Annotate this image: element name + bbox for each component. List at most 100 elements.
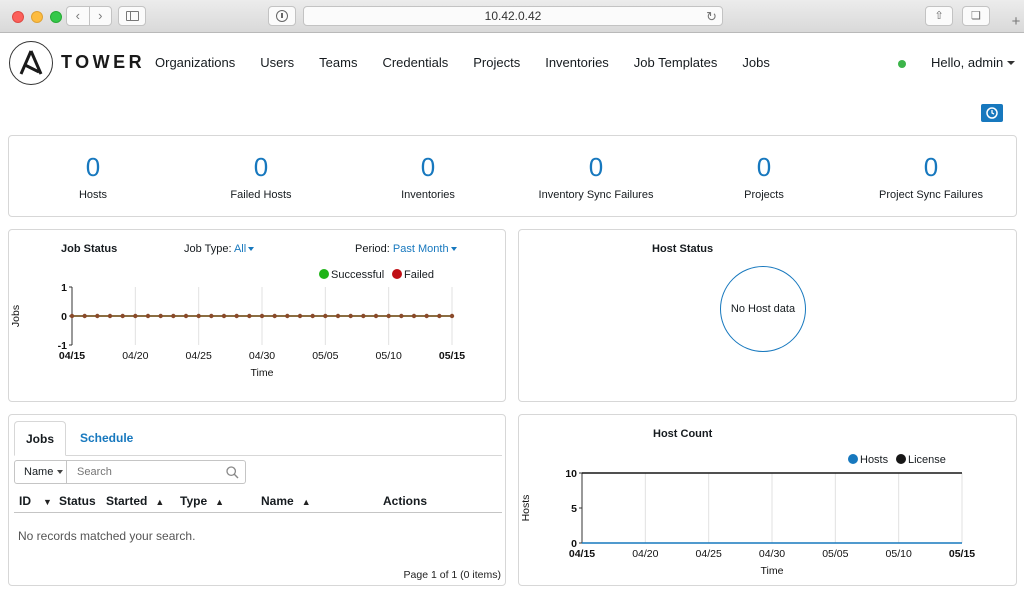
sort-down-icon: ▼: [43, 497, 52, 507]
logo-text: TOWER: [61, 52, 146, 72]
data-point: [386, 313, 391, 319]
app-header: TOWER Organizations Users Teams Credenti…: [0, 33, 1024, 93]
data-point: [424, 313, 429, 319]
tab-jobs[interactable]: Jobs: [14, 421, 66, 456]
data-point: [107, 313, 113, 319]
data-point: [361, 313, 366, 319]
dashboard-counts: 0 Hosts 0 Failed Hosts 0 Inventories 0 I…: [8, 135, 1017, 217]
caret-down-icon: [57, 470, 64, 474]
nav-projects[interactable]: Projects: [473, 55, 520, 70]
column-status[interactable]: Status: [59, 494, 96, 508]
x-tick-label: 04/15: [569, 548, 595, 560]
show-tabs-button[interactable]: ❏: [962, 6, 990, 26]
data-point: [348, 313, 353, 319]
browser-toolbar: ‹ › 10.42.0.42 ↻ ⇧ ❏ +: [0, 0, 1024, 33]
tower-logo[interactable]: [9, 41, 53, 85]
tab-schedule[interactable]: Schedule: [80, 431, 133, 445]
data-point: [411, 313, 417, 319]
count-failed-hosts[interactable]: 0 Failed Hosts: [177, 136, 345, 201]
data-point: [221, 313, 227, 319]
x-tick-label: 05/15: [439, 350, 465, 362]
column-label: Name: [261, 494, 294, 508]
count-hosts[interactable]: 0 Hosts: [9, 136, 177, 201]
nav-inventories[interactable]: Inventories: [545, 55, 609, 70]
close-window-button[interactable]: [12, 11, 24, 23]
x-tick-label: 05/15: [949, 548, 975, 560]
new-tab-button[interactable]: +: [1008, 13, 1024, 33]
minimize-window-button[interactable]: [31, 11, 43, 23]
data-point: [272, 313, 277, 319]
data-point: [437, 313, 442, 319]
forward-icon[interactable]: ›: [90, 7, 112, 25]
nav-jobs[interactable]: Jobs: [742, 55, 769, 70]
count-value: 0: [756, 152, 772, 182]
column-label: ID: [19, 494, 31, 508]
count-value: 0: [588, 152, 604, 182]
nav-credentials[interactable]: Credentials: [382, 55, 448, 70]
data-point: [247, 313, 252, 319]
count-value: 0: [253, 152, 269, 182]
search-input[interactable]: [67, 460, 246, 484]
x-tick-label: 04/25: [696, 548, 722, 560]
host-status-donut: No Host data: [720, 266, 806, 352]
nav-organizations[interactable]: Organizations: [155, 55, 235, 70]
count-label: Failed Hosts: [230, 189, 292, 201]
sort-icon: ▲︎: [155, 497, 165, 507]
column-type[interactable]: Type ▲︎: [180, 494, 224, 508]
address-bar[interactable]: 10.42.0.42 ↻: [303, 6, 723, 26]
column-id[interactable]: ID ▼: [19, 494, 52, 508]
x-tick-label: 05/10: [886, 548, 912, 560]
data-point: [82, 313, 87, 319]
x-tick-label: 05/05: [822, 548, 848, 560]
data-point: [158, 313, 163, 319]
data-point: [196, 313, 201, 319]
user-menu[interactable]: Hello, admin: [931, 55, 1016, 70]
share-button[interactable]: ⇧: [925, 6, 953, 26]
zoom-window-button[interactable]: [50, 11, 62, 23]
count-projects[interactable]: 0 Projects: [680, 136, 848, 201]
data-point: [285, 313, 290, 319]
column-name[interactable]: Name ▲︎: [261, 494, 311, 508]
count-label: Projects: [744, 189, 784, 201]
tabs-icon: ❏: [971, 10, 981, 22]
nav-users[interactable]: Users: [260, 55, 294, 70]
job-status-panel: Job Status Job Type: All Period: Past Mo…: [8, 229, 506, 402]
data-point: [234, 313, 239, 319]
y-tick-label: 5: [571, 503, 577, 515]
reader-button[interactable]: [268, 6, 296, 26]
table-header: ID ▼ Status Started ▲︎ Type ▲︎ Name ▲︎ Actio…: [14, 489, 502, 513]
back-icon[interactable]: ‹: [67, 7, 90, 25]
column-actions: Actions: [383, 494, 427, 508]
plus-icon: +: [1011, 13, 1021, 30]
count-project-sync-failures[interactable]: 0 Project Sync Failures: [847, 136, 1015, 201]
share-icon: ⇧: [934, 10, 944, 22]
data-point: [323, 313, 328, 319]
data-point: [297, 313, 303, 319]
column-started[interactable]: Started ▲︎: [106, 494, 164, 508]
count-inventory-sync-failures[interactable]: 0 Inventory Sync Failures: [512, 136, 680, 201]
count-label: Inventory Sync Failures: [538, 189, 654, 201]
count-value: 0: [420, 152, 436, 182]
data-point: [145, 313, 151, 319]
sort-icon: ▲︎: [215, 497, 225, 507]
count-inventories[interactable]: 0 Inventories: [344, 136, 512, 201]
empty-message: No records matched your search.: [18, 529, 196, 543]
sort-icon: ▲︎: [301, 497, 311, 507]
y-tick-label: 1: [61, 282, 67, 294]
reload-icon[interactable]: ↻: [706, 8, 717, 26]
activity-stream-button[interactable]: [981, 104, 1003, 122]
tab-divider: [14, 455, 502, 456]
nav-job-templates[interactable]: Job Templates: [634, 55, 718, 70]
search-icon[interactable]: [226, 466, 239, 479]
search-field-select[interactable]: Name: [14, 460, 67, 484]
column-label: Started: [106, 494, 148, 508]
sidebar-toggle-button[interactable]: [118, 6, 146, 26]
pagination-text: Page 1 of 1 (0 items): [403, 569, 501, 581]
info-icon: [276, 10, 288, 22]
y-tick-label: 0: [61, 311, 67, 323]
nav-teams[interactable]: Teams: [319, 55, 357, 70]
host-count-panel: Host Count Hosts License 10 5 0 04/15 04/20 0…: [518, 414, 1017, 586]
sidebar-icon: [126, 11, 139, 21]
panel-title: Host Status: [652, 243, 714, 255]
job-status-chart: 10-104/15 04/20 04/25 04/30 05/05 05/10 05/15T…: [10, 282, 465, 379]
